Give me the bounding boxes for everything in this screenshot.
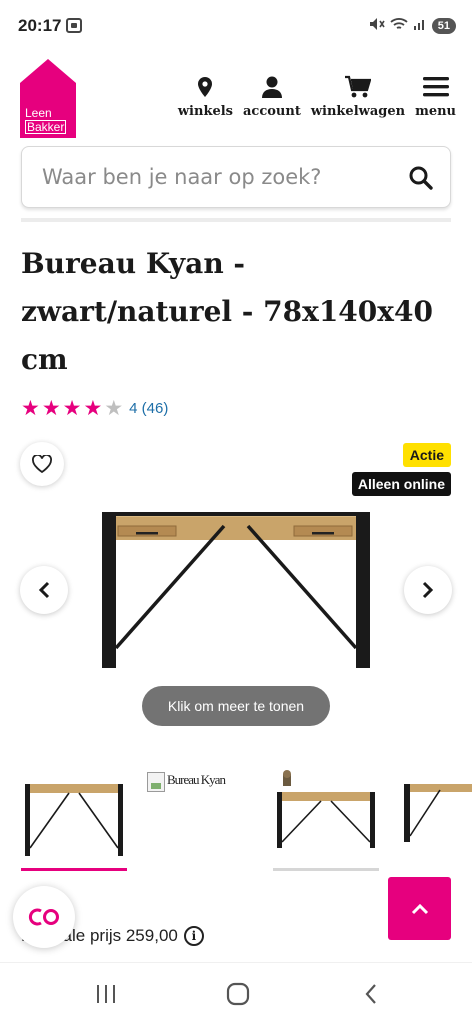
thumbnail-4[interactable]: [400, 760, 472, 870]
status-icons: 51: [369, 17, 456, 35]
back-icon: [365, 984, 376, 1004]
thumbnail-alt-text: Bureau Kyan: [167, 772, 226, 787]
status-bar: 20:17 51: [0, 0, 472, 56]
online-only-badge: Alleen online: [351, 472, 451, 496]
recent-apps-icon: [97, 985, 115, 1003]
show-more-button[interactable]: Klik om meer te tonen: [142, 686, 330, 726]
previous-image-button[interactable]: [20, 566, 68, 614]
home-button[interactable]: [223, 981, 253, 1007]
screenshot-icon: [66, 18, 82, 33]
rating-count-link[interactable]: 4 (46): [129, 400, 168, 417]
thumbnail-indicator: [273, 868, 379, 871]
search-bar: [21, 146, 451, 208]
star-icon: ★: [83, 396, 103, 420]
favorite-button[interactable]: [20, 442, 64, 486]
logo-line1: Leen: [25, 106, 52, 120]
nav-menu[interactable]: menu: [415, 74, 456, 119]
home-icon: [226, 982, 250, 1006]
thumbnail-3[interactable]: [273, 760, 379, 870]
nav-winkelwagen[interactable]: winkelwagen: [311, 74, 405, 119]
thumbnail-active-indicator: [21, 868, 127, 871]
wifi-icon: [390, 17, 408, 35]
battery-indicator: 51: [431, 18, 456, 34]
section-divider: [21, 218, 451, 222]
chat-logo-icon: [28, 908, 59, 926]
nav-label-winkels: winkels: [177, 104, 233, 119]
product-image[interactable]: [98, 508, 374, 672]
map-pin-icon: [198, 74, 213, 100]
signal-icon: [413, 17, 427, 35]
system-navigation-bar: [0, 962, 472, 1024]
status-time: 20:17: [18, 16, 62, 35]
search-input[interactable]: [42, 161, 392, 193]
logo-line2: Bakker: [25, 120, 67, 134]
sale-badge: Actie: [402, 443, 451, 467]
person-icon: [261, 74, 283, 100]
leen-bakker-logo[interactable]: Leen Bakker: [20, 59, 76, 138]
chat-button[interactable]: [13, 886, 75, 948]
logo-text: Leen Bakker: [25, 106, 67, 134]
thumbnail-strip: Bureau Kyan: [0, 760, 472, 875]
product-title: Bureau Kyan - zwart/naturel - 78x140x40 …: [21, 247, 433, 376]
star-empty-icon: ★: [104, 396, 124, 420]
star-icon: ★: [41, 396, 61, 420]
nav-label-winkelwagen: winkelwagen: [310, 104, 406, 119]
nav-label-menu: menu: [415, 104, 456, 119]
chevron-left-icon: [38, 581, 50, 599]
search-icon[interactable]: [408, 165, 434, 191]
nav-winkels[interactable]: winkels: [178, 74, 233, 119]
thumbnail-2[interactable]: Bureau Kyan: [147, 760, 273, 870]
product-rating[interactable]: ★ ★ ★ ★ ★ 4 (46): [21, 398, 168, 419]
hamburger-icon: [422, 74, 449, 100]
cart-icon: [344, 74, 371, 100]
heart-icon: [32, 455, 52, 473]
info-icon[interactable]: i: [183, 926, 204, 946]
image-placeholder-icon: [147, 772, 165, 792]
chevron-up-icon: [411, 903, 428, 914]
back-to-top-button[interactable]: [388, 877, 451, 940]
header-nav: winkels account winkelwagen menu: [178, 74, 456, 119]
mute-icon: [369, 17, 385, 35]
next-image-button[interactable]: [404, 566, 452, 614]
recent-apps-button[interactable]: [91, 981, 121, 1007]
star-icon: ★: [21, 396, 40, 420]
chevron-right-icon: [422, 581, 434, 599]
back-button[interactable]: [356, 981, 386, 1007]
star-icon: ★: [62, 396, 82, 420]
nav-account[interactable]: account: [243, 74, 301, 119]
thumbnail-1[interactable]: [21, 760, 127, 870]
site-header: Leen Bakker winkels account winkelwagen: [0, 56, 472, 140]
broken-image-icon: Bureau Kyan: [147, 772, 226, 792]
nav-label-account: account: [242, 104, 301, 119]
